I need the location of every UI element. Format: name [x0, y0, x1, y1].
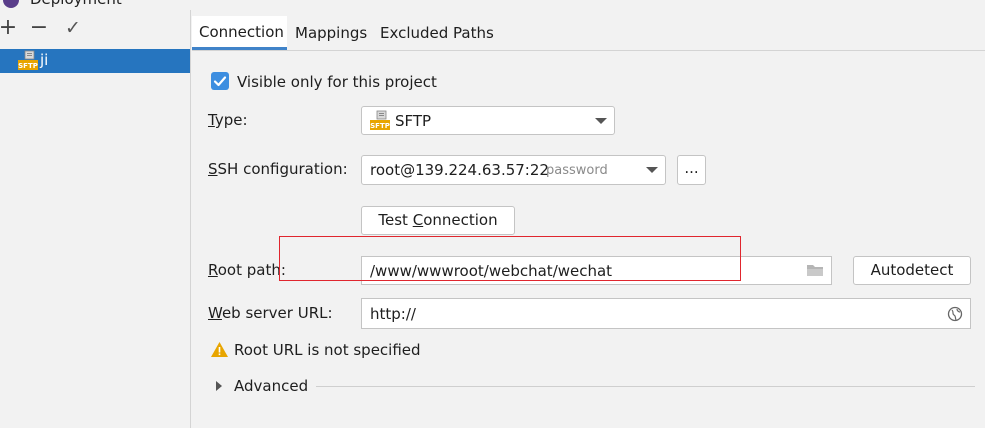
web-server-url-value: http:// — [370, 305, 416, 323]
svg-text:SFTP: SFTP — [18, 62, 38, 70]
checkmark-icon: ✓ — [65, 17, 81, 39]
plus-icon: + — [0, 15, 18, 40]
warning-text: Root URL is not specified — [234, 341, 421, 359]
sftp-type-icon: SFTP — [369, 110, 391, 130]
chevron-down-icon — [646, 167, 658, 173]
tab-excluded-paths[interactable]: Excluded Paths — [380, 16, 494, 50]
ssh-config-value: root@139.224.63.57:22 — [370, 161, 549, 179]
sftp-server-icon: SFTP — [17, 50, 39, 70]
type-label: Type: — [208, 111, 248, 129]
web-server-url-label: Web server URL: — [208, 304, 333, 322]
warning-icon — [210, 341, 229, 362]
window-title: Deployment — [30, 0, 122, 8]
tab-divider — [192, 50, 985, 51]
ssh-config-label: SSH configuration: — [208, 160, 348, 178]
root-path-label: Root path: — [208, 261, 286, 279]
visible-only-checkbox[interactable] — [211, 72, 229, 90]
add-server-button[interactable]: + — [0, 17, 19, 39]
root-path-value: /www/wwwroot/webchat/wechat — [370, 262, 613, 280]
ssh-config-select[interactable]: root@139.224.63.57:22 password — [361, 155, 666, 185]
autodetect-button[interactable]: Autodetect — [853, 256, 971, 285]
folder-browse-icon[interactable] — [806, 263, 824, 282]
close-icon[interactable] — [952, 0, 972, 6]
visible-only-label: Visible only for this project — [237, 73, 437, 91]
remove-server-button[interactable]: − — [28, 17, 50, 39]
type-select[interactable]: SFTP SFTP — [361, 106, 615, 135]
server-item-label: ji — [40, 51, 49, 69]
ssh-auth-hint: password — [546, 163, 608, 178]
check-icon — [213, 76, 227, 87]
test-connection-button[interactable]: Test Connection — [361, 206, 515, 235]
ssh-config-browse-button[interactable]: ... — [677, 155, 706, 185]
server-item-ji[interactable]: SFTP ji — [0, 49, 190, 73]
type-value: SFTP — [395, 112, 432, 130]
tab-connection[interactable]: Connection — [192, 16, 287, 50]
chevron-right-icon[interactable] — [214, 378, 224, 396]
web-server-url-input[interactable]: http:// — [361, 298, 971, 329]
set-default-button[interactable]: ✓ — [62, 17, 84, 39]
chevron-down-icon — [595, 118, 607, 124]
advanced-toggle[interactable]: Advanced — [234, 377, 308, 395]
tab-mappings[interactable]: Mappings — [295, 16, 367, 50]
svg-text:SFTP: SFTP — [370, 122, 390, 130]
root-path-input[interactable]: /www/wwwroot/webchat/wechat — [361, 256, 832, 285]
minus-icon: − — [29, 15, 49, 40]
advanced-separator — [316, 386, 975, 387]
globe-icon[interactable] — [947, 306, 963, 326]
title-bar — [0, 0, 985, 10]
